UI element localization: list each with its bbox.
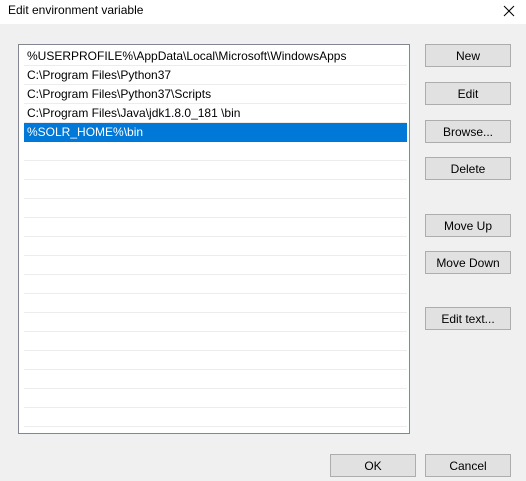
- empty-list-row[interactable]: [24, 408, 407, 427]
- browse-button[interactable]: Browse...: [425, 120, 511, 143]
- empty-list-row[interactable]: [24, 199, 407, 218]
- empty-list-row[interactable]: [24, 161, 407, 180]
- empty-list-row[interactable]: [24, 313, 407, 332]
- empty-list-row[interactable]: [24, 332, 407, 351]
- list-item[interactable]: %USERPROFILE%\AppData\Local\Microsoft\Wi…: [24, 47, 407, 66]
- empty-list-row[interactable]: [24, 256, 407, 275]
- dialog-body: %USERPROFILE%\AppData\Local\Microsoft\Wi…: [0, 24, 526, 481]
- close-button[interactable]: [496, 0, 522, 22]
- empty-list-row[interactable]: [24, 180, 407, 199]
- list-item-selected[interactable]: %SOLR_HOME%\bin: [24, 123, 407, 142]
- empty-list-row[interactable]: [24, 389, 407, 408]
- empty-list-row[interactable]: [24, 237, 407, 256]
- cancel-button[interactable]: Cancel: [425, 454, 511, 477]
- move-up-button[interactable]: Move Up: [425, 214, 511, 237]
- path-list-rows: %USERPROFILE%\AppData\Local\Microsoft\Wi…: [24, 47, 407, 427]
- empty-list-row[interactable]: [24, 275, 407, 294]
- window-title: Edit environment variable: [8, 3, 144, 17]
- delete-button[interactable]: Delete: [425, 157, 511, 180]
- ok-button[interactable]: OK: [330, 454, 416, 477]
- move-down-button[interactable]: Move Down: [425, 251, 511, 274]
- new-button[interactable]: New: [425, 44, 511, 67]
- empty-list-row[interactable]: [24, 294, 407, 313]
- close-icon: [503, 5, 515, 17]
- list-item[interactable]: C:\Program Files\Java\jdk1.8.0_181 \bin: [24, 104, 407, 123]
- list-item[interactable]: C:\Program Files\Python37\Scripts: [24, 85, 407, 104]
- edit-button[interactable]: Edit: [425, 82, 511, 105]
- empty-list-row[interactable]: [24, 218, 407, 237]
- list-item[interactable]: C:\Program Files\Python37: [24, 66, 407, 85]
- title-bar: Edit environment variable: [0, 0, 526, 24]
- empty-list-row[interactable]: [24, 351, 407, 370]
- empty-list-row[interactable]: [24, 370, 407, 389]
- empty-list-row[interactable]: [24, 142, 407, 161]
- path-list[interactable]: %USERPROFILE%\AppData\Local\Microsoft\Wi…: [18, 44, 410, 434]
- edit-text-button[interactable]: Edit text...: [425, 307, 511, 330]
